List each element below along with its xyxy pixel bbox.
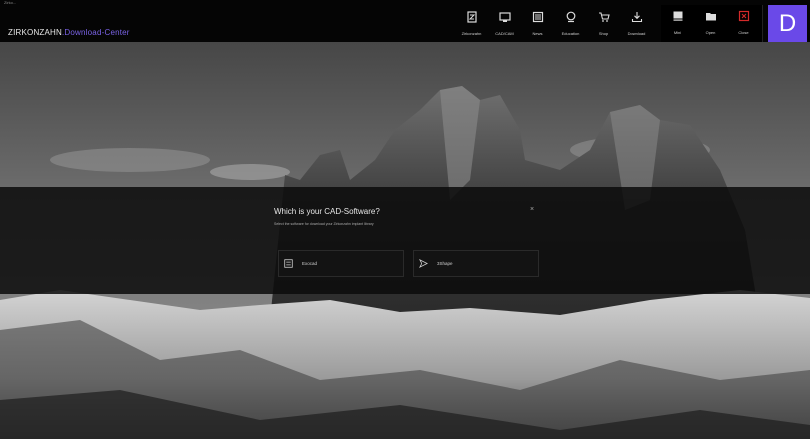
nav-label: Close [738,30,749,35]
dialog-close-button[interactable]: × [530,206,534,213]
cad-cam-icon [498,12,511,22]
nav-item-zirkonzahn[interactable]: Zirkonzahn [455,6,488,42]
nav-label: Shop [598,31,609,36]
brand-logo-text: ZIRKONZAHN.Download-Center [8,28,130,37]
education-icon [566,11,575,23]
main-nav: Zirkonzahn CAD/CAM News Education Shop D… [455,6,653,42]
mini-button[interactable]: Mini [661,5,694,42]
news-icon [532,11,543,23]
close-button[interactable]: Close [727,5,760,42]
dialog-title: Which is your CAD-Software? [274,207,380,216]
exocad-icon [284,259,293,268]
top-bar: Zirko... ZIRKONZAHN.Download-Center Zirk… [0,0,810,42]
3shape-icon [419,259,428,268]
download-icon [631,12,642,23]
d-button[interactable]: D [768,5,807,42]
folder-icon [705,13,716,21]
nav-label: News [532,31,543,36]
window-controls: Mini Open Close [661,5,763,42]
nav-label: Download [627,31,646,36]
brand-name: ZIRKONZAHN [8,28,62,37]
option-label: Exocad [302,261,318,266]
nav-label: Education [561,31,580,36]
option-exocad[interactable]: Exocad [278,250,404,277]
option-label: 3Shape [437,261,453,266]
nav-item-news[interactable]: News [521,6,554,42]
minimize-icon [673,11,682,21]
nav-label: Zirkonzahn [461,31,482,36]
nav-item-shop[interactable]: Shop [587,6,620,42]
brand-suffix: .Download-Center [62,28,130,37]
nav-label: CAD/CAM [495,31,514,36]
dialog-subtitle: Select the software for download your Zi… [274,222,374,226]
cad-software-dialog [0,187,810,294]
nav-label: Mini [673,30,682,35]
open-button[interactable]: Open [694,5,727,42]
nav-item-education[interactable]: Education [554,6,587,42]
zirkonzahn-icon [466,11,477,23]
cart-icon [598,12,610,22]
option-3shape[interactable]: 3Shape [413,250,539,277]
close-icon [738,10,749,22]
nav-item-download[interactable]: Download [620,6,653,42]
nav-label: Open [705,30,716,35]
window-title: Zirko... [4,0,17,5]
nav-item-cad-cam[interactable]: CAD/CAM [488,6,521,42]
